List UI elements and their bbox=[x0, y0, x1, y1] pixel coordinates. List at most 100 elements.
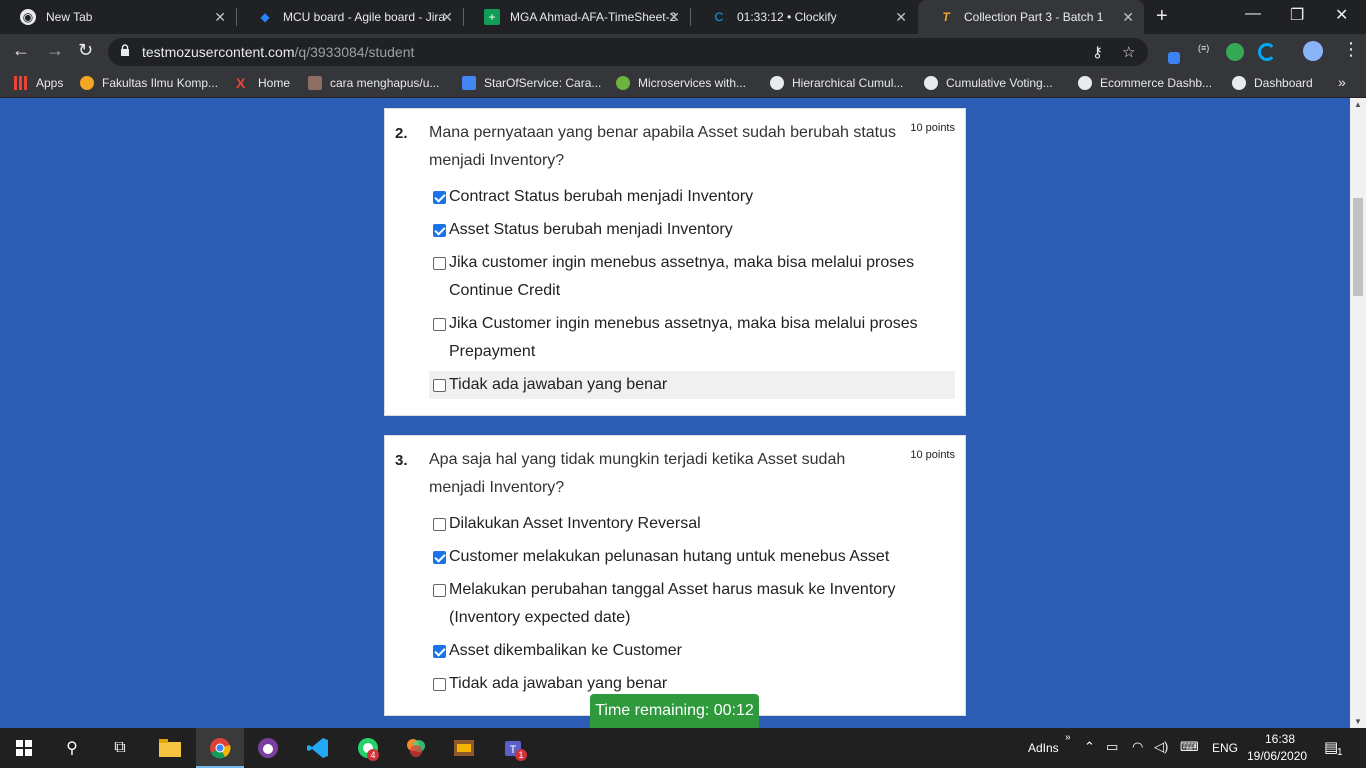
close-icon[interactable]: ✕ bbox=[214, 9, 226, 26]
close-icon[interactable]: ✕ bbox=[895, 9, 907, 26]
checkbox[interactable] bbox=[433, 224, 446, 237]
page-scrollbar[interactable]: ▲ ▼ bbox=[1350, 98, 1366, 728]
tray-chevron-icon[interactable]: » bbox=[1065, 732, 1071, 743]
menu-icon[interactable]: ⋮ bbox=[1342, 39, 1360, 60]
answer-option[interactable]: Asset dikembalikan ke Customer bbox=[429, 637, 955, 665]
extension-icon[interactable]: (≡) bbox=[1198, 43, 1216, 61]
tab-jira[interactable]: ◆ MCU board - Agile board - Jira ✕ bbox=[237, 0, 463, 34]
close-icon[interactable]: ✕ bbox=[668, 9, 680, 26]
tray-label[interactable]: AdIns bbox=[1028, 741, 1059, 755]
option-label: Jika customer ingin menebus assetnya, ma… bbox=[449, 254, 915, 299]
tab-new-tab[interactable]: ◉ New Tab ✕ bbox=[0, 0, 236, 34]
bookmark-fakultas[interactable]: Fakultas Ilmu Komp... bbox=[80, 76, 218, 90]
answer-option[interactable]: Jika Customer ingin menebus assetnya, ma… bbox=[429, 310, 929, 366]
app-icon[interactable] bbox=[452, 736, 476, 760]
checkbox[interactable] bbox=[433, 678, 446, 691]
wifi-icon[interactable]: ◠ bbox=[1132, 739, 1143, 755]
bookmark-home[interactable]: X Home bbox=[236, 76, 290, 90]
extension-icon[interactable] bbox=[1168, 52, 1180, 64]
image-icon bbox=[308, 76, 322, 90]
checkbox[interactable] bbox=[433, 645, 446, 658]
option-label: Jika Customer ingin menebus assetnya, ma… bbox=[449, 315, 918, 360]
answer-option[interactable]: Jika customer ingin menebus assetnya, ma… bbox=[429, 249, 929, 305]
checkbox[interactable] bbox=[433, 584, 446, 597]
bookmark-dashboard[interactable]: Dashboard bbox=[1232, 76, 1313, 90]
clockify-extension-icon[interactable] bbox=[1258, 43, 1276, 61]
teams-badge: 1 bbox=[515, 749, 527, 761]
bookmark-label: Hierarchical Cumul... bbox=[792, 76, 904, 90]
bookmark-ecommerce[interactable]: Ecommerce Dashb... bbox=[1078, 76, 1212, 90]
bookmark-microservices[interactable]: Microservices with... bbox=[616, 76, 746, 90]
windows-taskbar: ⚲ ⧉ 4 T 1 AdIns » ⌃ ▭ ◠ ◁) ⌨ ENG 16:38 1… bbox=[0, 728, 1366, 768]
chrome-icon: ◉ bbox=[20, 9, 36, 25]
bookmark-cumulative[interactable]: Cumulative Voting... bbox=[924, 76, 1053, 90]
url-path: /q/3933084/student bbox=[294, 44, 415, 60]
notification-count: 1 bbox=[1337, 747, 1343, 758]
clock-date[interactable]: 19/06/2020 bbox=[1247, 749, 1307, 763]
answer-option[interactable]: Dilakukan Asset Inventory Reversal bbox=[429, 510, 955, 538]
bookmark-hierarchical[interactable]: Hierarchical Cumul... bbox=[770, 76, 903, 90]
keyboard-icon[interactable]: ⌨ bbox=[1180, 739, 1199, 755]
reload-icon[interactable]: ↻ bbox=[78, 40, 93, 61]
answer-option[interactable]: Asset Status berubah menjadi Inventory bbox=[429, 216, 955, 244]
bookmark-starofservice[interactable]: StarOfService: Cara... bbox=[462, 76, 601, 90]
bookmark-cara[interactable]: cara menghapus/u... bbox=[308, 76, 439, 90]
tab-testmoz[interactable]: T Collection Part 3 - Batch 1 ✕ bbox=[918, 0, 1144, 34]
checkbox[interactable] bbox=[433, 379, 446, 392]
bookmark-label: Ecommerce Dashb... bbox=[1100, 76, 1213, 90]
key-icon[interactable]: ⚷ bbox=[1092, 43, 1103, 61]
tab-clockify[interactable]: C 01:33:12 • Clockify ✕ bbox=[691, 0, 917, 34]
checkbox[interactable] bbox=[433, 191, 446, 204]
checkbox[interactable] bbox=[433, 257, 446, 270]
star-icon[interactable]: ☆ bbox=[1122, 43, 1135, 61]
search-icon[interactable]: ⚲ bbox=[60, 736, 84, 760]
minimize-icon[interactable]: — bbox=[1245, 5, 1261, 23]
show-hidden-icons[interactable]: ⌃ bbox=[1084, 739, 1095, 755]
answer-option[interactable]: Customer melakukan pelunasan hutang untu… bbox=[429, 543, 955, 571]
option-label: Contract Status berubah menjadi Inventor… bbox=[449, 188, 754, 205]
tab-title: New Tab bbox=[46, 10, 93, 24]
restore-icon[interactable]: ❐ bbox=[1290, 5, 1304, 25]
browser-tab-bar: ◉ New Tab ✕ ◆ MCU board - Agile board - … bbox=[0, 0, 1366, 34]
lock-icon bbox=[121, 44, 129, 56]
github-icon bbox=[770, 76, 784, 90]
bookmark-label: Microservices with... bbox=[638, 76, 747, 90]
answer-option[interactable]: Tidak ada jawaban yang benar bbox=[429, 371, 955, 399]
answer-option[interactable]: Contract Status berubah menjadi Inventor… bbox=[429, 183, 955, 211]
app-icon[interactable] bbox=[404, 736, 428, 760]
vscode-icon[interactable] bbox=[306, 736, 330, 760]
extension-icon[interactable] bbox=[1226, 43, 1244, 61]
app-icon[interactable] bbox=[256, 736, 280, 760]
star-service-icon bbox=[462, 76, 476, 90]
task-view-icon[interactable]: ⧉ bbox=[108, 736, 132, 760]
checkbox[interactable] bbox=[433, 518, 446, 531]
close-window-icon[interactable]: ✕ bbox=[1335, 5, 1348, 25]
checkbox[interactable] bbox=[433, 318, 446, 331]
profile-avatar[interactable] bbox=[1303, 41, 1323, 61]
forward-icon[interactable]: → bbox=[46, 40, 64, 61]
clock-time[interactable]: 16:38 bbox=[1265, 732, 1295, 746]
scrollbar-thumb[interactable] bbox=[1353, 198, 1363, 296]
bookmark-apps[interactable]: Apps bbox=[14, 76, 63, 90]
new-tab-button[interactable]: + bbox=[1156, 5, 1168, 28]
question-card: 2. Mana pernyataan yang benar apabila As… bbox=[384, 108, 966, 416]
windows-start-icon[interactable] bbox=[12, 736, 36, 760]
battery-icon[interactable]: ▭ bbox=[1106, 739, 1118, 755]
bookmark-label: StarOfService: Cara... bbox=[484, 76, 602, 90]
chrome-taskbar-icon[interactable] bbox=[208, 736, 232, 760]
more-bookmarks-button[interactable]: » bbox=[1338, 74, 1346, 90]
scroll-down-icon[interactable]: ▼ bbox=[1354, 717, 1362, 726]
close-icon[interactable]: ✕ bbox=[441, 9, 453, 26]
language-indicator[interactable]: ENG bbox=[1212, 741, 1238, 755]
file-explorer-icon[interactable] bbox=[158, 736, 182, 760]
whatsapp-badge: 4 bbox=[367, 749, 379, 761]
checkbox[interactable] bbox=[433, 551, 446, 564]
question-points: 10 points bbox=[910, 449, 955, 461]
scroll-up-icon[interactable]: ▲ bbox=[1354, 100, 1362, 109]
volume-icon[interactable]: ◁) bbox=[1154, 739, 1168, 755]
back-icon[interactable]: ← bbox=[12, 40, 30, 61]
close-icon[interactable]: ✕ bbox=[1122, 9, 1134, 26]
answer-option[interactable]: Melakukan perubahan tanggal Asset harus … bbox=[429, 576, 909, 632]
tab-sheets[interactable]: + MGA Ahmad-AFA-TimeSheet-2 ✕ bbox=[464, 0, 690, 34]
address-bar[interactable]: testmozusercontent.com/q/3933084/student… bbox=[108, 38, 1148, 66]
